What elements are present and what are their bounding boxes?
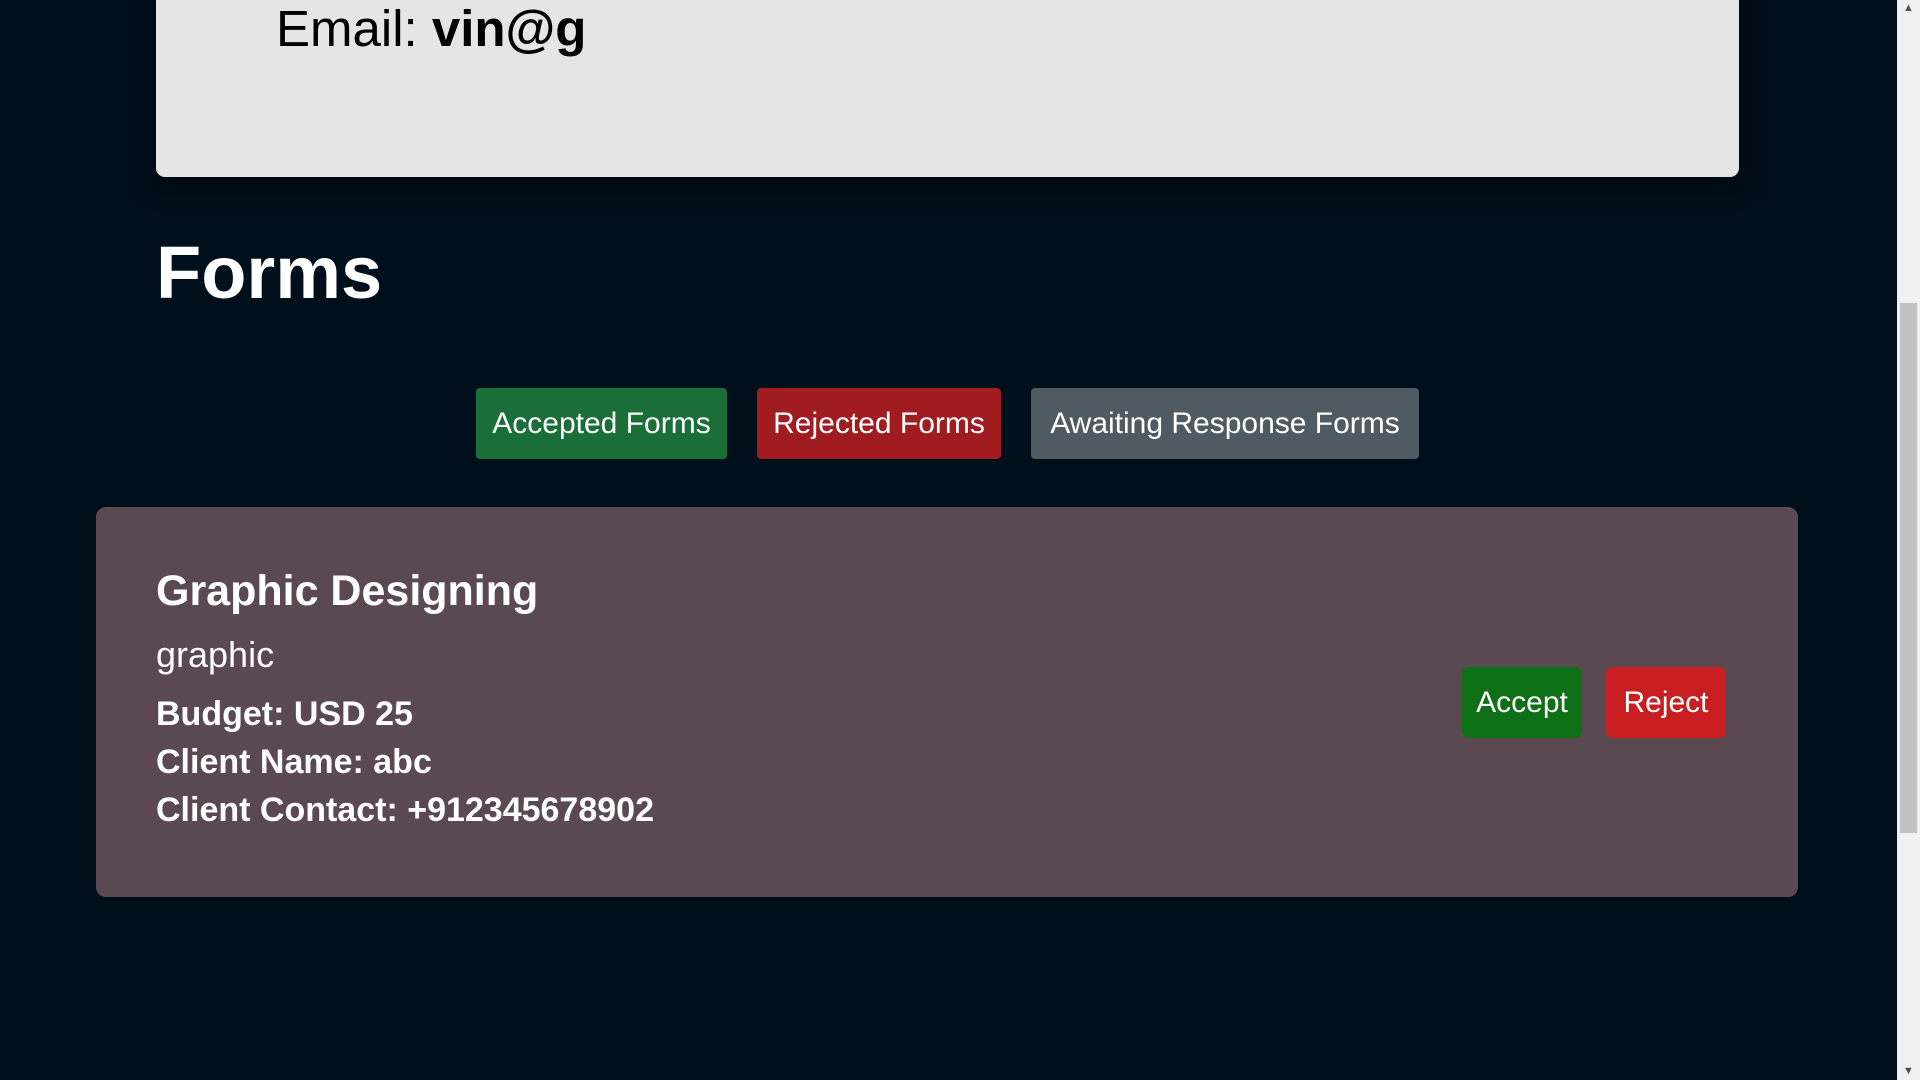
form-card: Graphic Designing graphic Budget: USD 25… <box>96 507 1798 897</box>
awaiting-response-forms-button[interactable]: Awaiting Response Forms <box>1031 388 1419 459</box>
form-client-name: Client Name: abc <box>156 743 432 781</box>
vertical-scrollbar[interactable]: ▲ ▼ <box>1897 0 1920 1080</box>
form-title: Graphic Designing <box>156 567 539 615</box>
scroll-down-arrow-icon[interactable]: ▼ <box>1897 1063 1920 1080</box>
scrollbar-thumb[interactable] <box>1900 303 1917 833</box>
scroll-up-arrow-icon[interactable]: ▲ <box>1897 0 1920 17</box>
email-value: vin@g <box>431 0 587 57</box>
form-category: graphic <box>156 634 275 675</box>
form-client-contact: Client Contact: +912345678902 <box>156 791 654 829</box>
profile-email: Email: vin@g <box>276 0 586 58</box>
page-title: Forms <box>156 231 383 314</box>
form-budget: Budget: USD 25 <box>156 695 413 733</box>
email-label: Email: <box>276 0 418 57</box>
rejected-forms-button[interactable]: Rejected Forms <box>757 388 1001 459</box>
accept-button[interactable]: Accept <box>1462 667 1582 738</box>
accepted-forms-button[interactable]: Accepted Forms <box>476 388 727 459</box>
reject-button[interactable]: Reject <box>1606 667 1726 738</box>
